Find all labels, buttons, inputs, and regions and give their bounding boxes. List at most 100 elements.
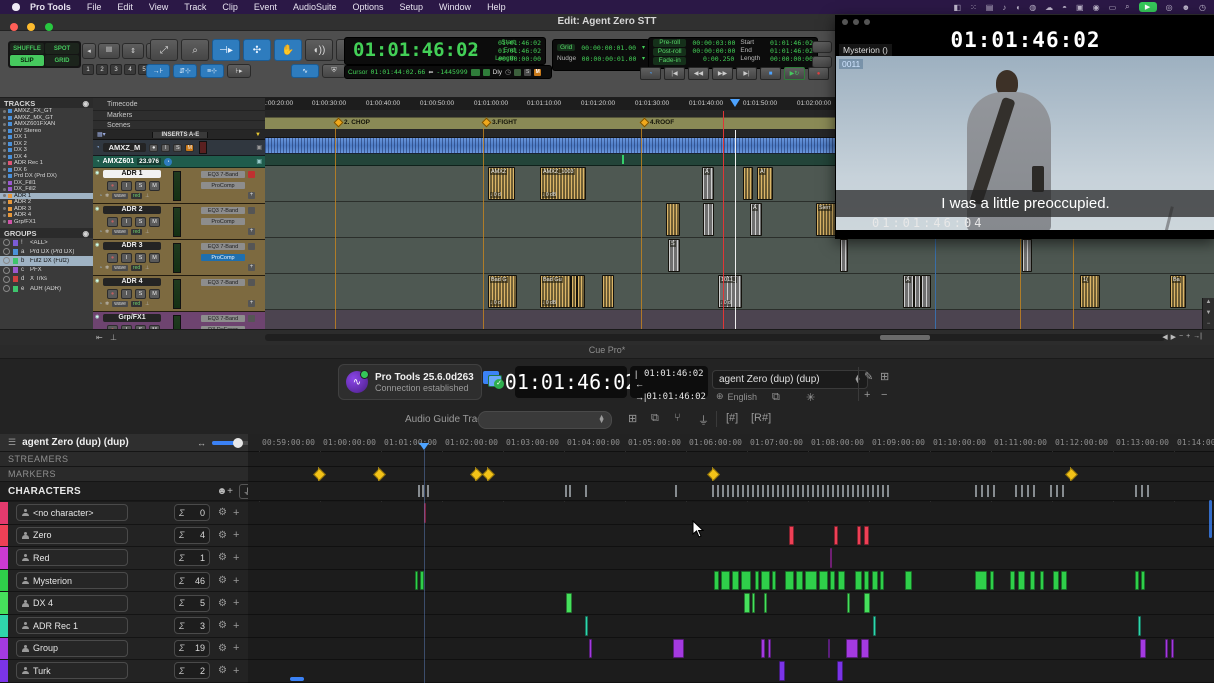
character-name-pill[interactable]: Red — [16, 549, 128, 566]
cue-timeline-ruler[interactable]: 00:59:00:0001:00:00:0001:01:00:0001:02:0… — [248, 434, 1214, 452]
trim-tool-icon[interactable]: ⊣▸ — [212, 39, 240, 61]
cue-pro-title-bar[interactable]: Cue Pro* — [0, 345, 1214, 359]
cue-clip[interactable] — [415, 571, 418, 591]
insert-slot[interactable]: ProComp — [201, 254, 245, 261]
character-row[interactable]: ZeroΣ4⚙+ — [0, 525, 248, 548]
cue-clip[interactable] — [873, 616, 876, 636]
zoomer-tool-icon[interactable]: ⌕ — [181, 39, 209, 61]
markers-ruler-header[interactable]: Markers — [93, 111, 265, 121]
cue-clip[interactable] — [673, 639, 684, 659]
grid-value[interactable]: 00:00:00:01.00 — [581, 44, 636, 52]
video-frame[interactable]: 0011 I was a little preoccupied. — [836, 56, 1214, 230]
track-selector-dropdown[interactable]: agent Zero (dup) (dup) ▲▼ — [712, 370, 868, 389]
track-name[interactable]: ADR 3 — [103, 242, 161, 250]
timeline-marker[interactable]: 2. CHOP — [335, 119, 370, 126]
rec-arm-button[interactable]: ● — [149, 144, 158, 152]
number-cues-button[interactable]: [#] — [726, 412, 738, 424]
freeze-icon[interactable]: ❄ — [105, 265, 109, 271]
filter-funnel-icon[interactable]: ⏚ — [698, 412, 709, 428]
cue-clip[interactable] — [828, 639, 830, 659]
sync-session-icon[interactable]: ✓ — [483, 371, 505, 389]
add-cue-for-character-icon[interactable]: + — [233, 552, 239, 564]
cue-v-scrollbar-thumb[interactable] — [1209, 500, 1212, 538]
cue-clip[interactable] — [785, 571, 794, 591]
link-timeline-edit-icon[interactable]: ⇵⊹ — [173, 64, 197, 78]
input-monitor-button[interactable]: I — [121, 181, 132, 191]
groups-menu-icon[interactable]: ◉ — [82, 229, 89, 238]
rec-arm-button[interactable]: ● — [107, 289, 118, 299]
character-count-pill[interactable]: Σ3 — [174, 617, 210, 634]
solo-button[interactable]: S — [173, 144, 182, 152]
menu-item[interactable]: Pro Tools — [30, 2, 71, 12]
insert-slot[interactable]: EQ3 7-Band — [201, 315, 245, 322]
zoom-preset-button[interactable]: 2 — [96, 64, 108, 75]
track-zoom-icon[interactable]: ⇕ — [122, 43, 144, 59]
character-count-pill[interactable]: Σ2 — [174, 662, 210, 679]
cue-clip[interactable] — [838, 571, 845, 591]
cue-clip[interactable] — [905, 571, 912, 591]
cue-playhead-marker[interactable] — [419, 443, 429, 450]
character-settings-icon[interactable]: ⚙ — [218, 552, 227, 563]
fast-forward-icon[interactable]: ▶▶ — [712, 67, 733, 80]
audio-clip[interactable]: A — [750, 203, 762, 236]
share-status-icon[interactable]: ◓ — [1062, 3, 1067, 12]
insert-slot[interactable]: EQ3 7-Band — [201, 279, 245, 286]
input-monitor-button[interactable]: I — [121, 289, 132, 299]
cue-clip[interactable] — [761, 639, 765, 659]
insert-bypass-icon[interactable] — [248, 207, 255, 214]
timeline-insertion-icon[interactable] — [471, 69, 480, 76]
character-settings-icon[interactable]: ⚙ — [218, 530, 227, 541]
solo-button[interactable]: S — [135, 289, 146, 299]
cue-clip[interactable] — [819, 571, 828, 591]
character-row[interactable]: DX 4Σ5⚙+ — [0, 592, 248, 615]
insert-slot[interactable]: EQ3 7-Band — [201, 171, 245, 178]
menu-item[interactable]: Options — [352, 2, 383, 12]
solo-button[interactable]: S — [135, 181, 146, 191]
add-cue-for-character-icon[interactable]: + — [233, 620, 239, 632]
volume-status-icon[interactable]: ◖ — [1015, 3, 1020, 12]
streamers-lane[interactable] — [248, 452, 1214, 467]
scroll-up-icon[interactable]: ▲ — [1206, 299, 1212, 309]
audio-clip[interactable] — [602, 275, 614, 308]
h-zoom-arrows-icon[interactable]: ↔ — [197, 438, 206, 448]
scroll-left-icon[interactable]: ◀ — [1162, 333, 1167, 341]
inserts-slot-icon[interactable]: ▣ — [256, 144, 262, 151]
tr-end-value[interactable]: 01:01:46:02 — [770, 47, 813, 55]
menu-item[interactable]: Setup — [400, 2, 424, 12]
playlist-color-chip[interactable]: red — [131, 229, 142, 235]
post-roll-label[interactable]: Post-roll — [653, 48, 686, 56]
character-name-pill[interactable]: Group — [16, 640, 128, 657]
cloud-status-icon[interactable]: ☁ — [1045, 3, 1053, 12]
tr-start-value[interactable]: 01:01:46:02 — [770, 39, 813, 47]
input-monitor-button[interactable]: I — [121, 217, 132, 227]
character-name-pill[interactable]: Mysterion — [16, 572, 128, 589]
cue-clip[interactable] — [589, 639, 592, 659]
cue-marker-diamond[interactable] — [373, 468, 386, 481]
camera-indicator-icon[interactable]: ▶ — [1139, 2, 1157, 12]
return-to-zero-icon[interactable]: |◀ — [664, 67, 685, 80]
waveform-view-chip[interactable]: wave — [112, 265, 128, 271]
rec-arm-button[interactable]: ● — [107, 181, 118, 191]
remove-cue-button[interactable]: − — [881, 389, 887, 401]
waveform-view-chip[interactable]: wave — [112, 193, 128, 199]
audio-clip[interactable]: A — [903, 275, 914, 308]
play-status-icon[interactable]: ◉ — [1093, 3, 1100, 12]
cue-clip[interactable] — [732, 571, 739, 591]
menu-item[interactable]: Clip — [222, 2, 238, 12]
output-meter-button[interactable] — [812, 41, 832, 53]
add-cue-for-character-icon[interactable]: + — [233, 575, 239, 587]
rec-arm-button[interactable]: ● — [107, 253, 118, 263]
grid-mode-button[interactable]: GRID — [45, 55, 79, 66]
add-region-icon[interactable]: ⊞ — [628, 412, 637, 425]
audio-clip[interactable]: Bad G↓ 0 d — [488, 275, 517, 308]
character-row[interactable]: RedΣ1⚙+ — [0, 547, 248, 570]
cue-clip[interactable] — [714, 571, 719, 591]
audio-clip[interactable] — [1022, 239, 1032, 272]
cue-clip[interactable] — [1135, 571, 1139, 591]
track-show-icon[interactable]: ◉ — [95, 278, 99, 284]
globe-status-icon[interactable]: ◍ — [1029, 3, 1036, 12]
tracks-menu-icon[interactable]: ◉ — [82, 99, 89, 108]
menu-item[interactable]: Edit — [117, 2, 133, 12]
mute-button[interactable]: M — [149, 289, 160, 299]
group-list-item[interactable]: eADR (ADR) — [0, 284, 93, 293]
